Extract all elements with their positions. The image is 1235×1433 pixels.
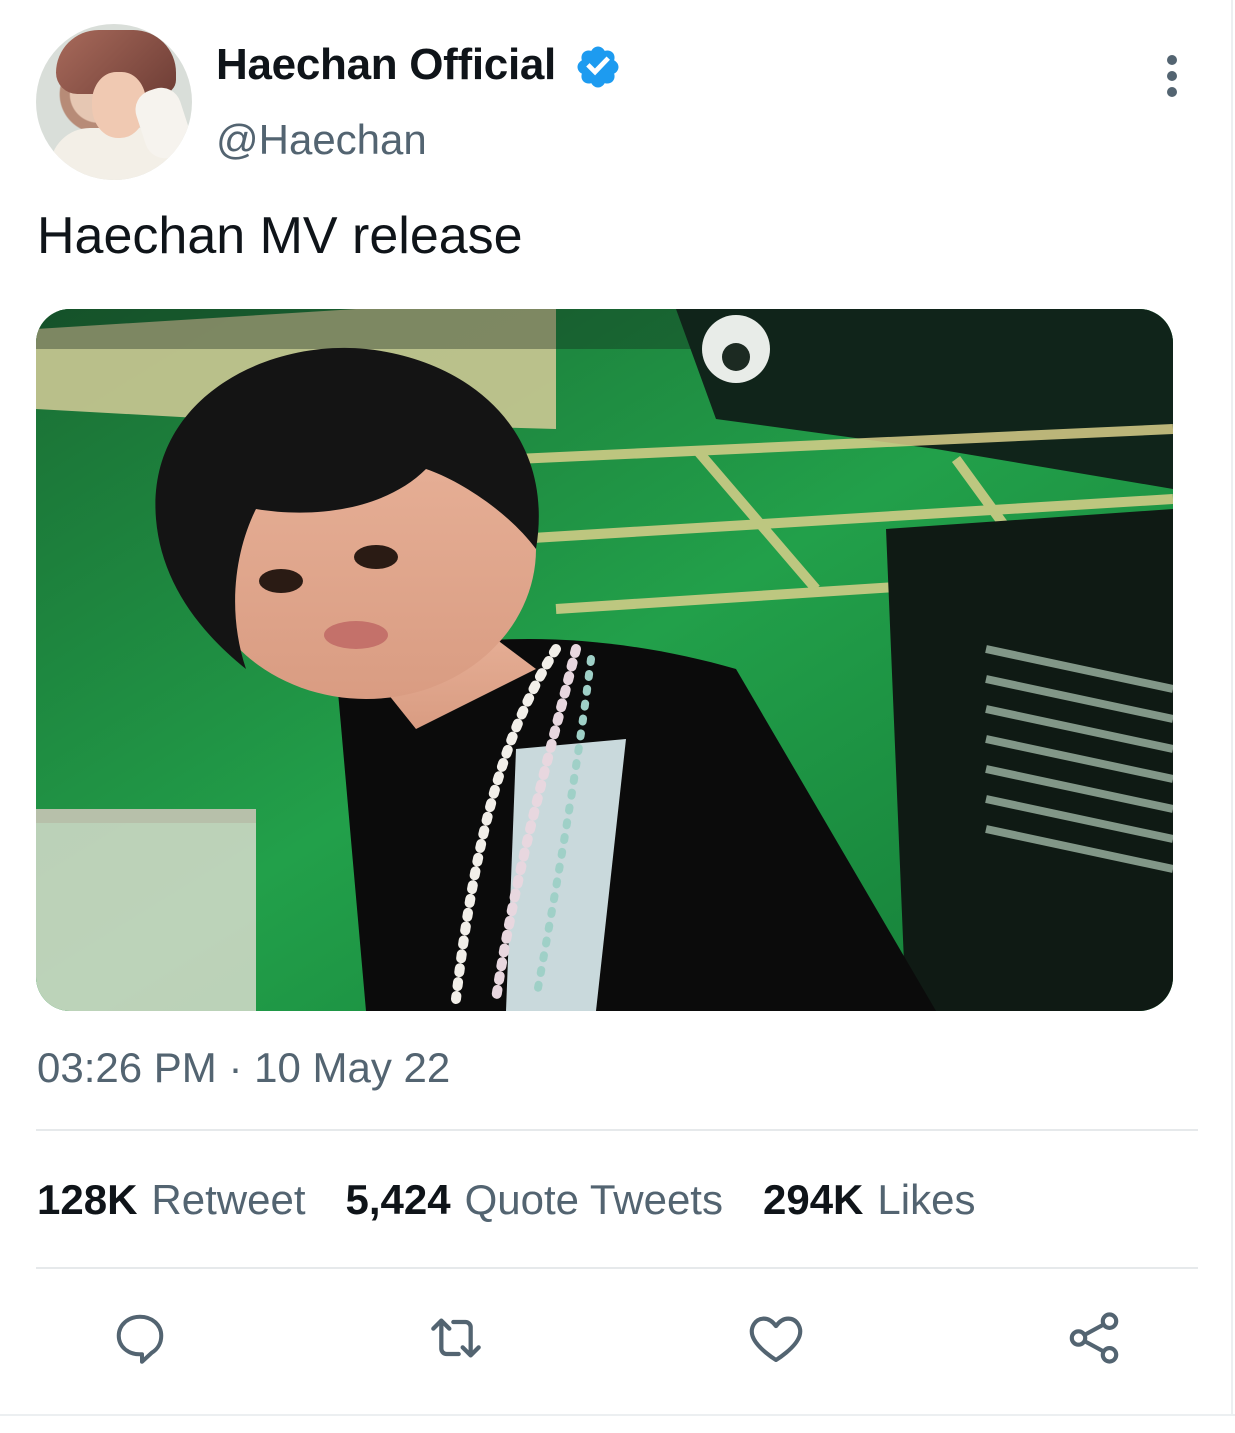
retweet-icon <box>431 1318 481 1358</box>
more-options-icon[interactable] <box>1150 50 1194 102</box>
divider-top <box>36 1129 1198 1131</box>
user-handle[interactable]: @Haechan <box>216 116 427 164</box>
quote-tweets-count: 5,424 <box>345 1176 451 1223</box>
retweet-button[interactable] <box>424 1306 488 1370</box>
tweet-text: Haechan MV release <box>37 207 523 265</box>
bottom-border <box>0 1414 1235 1416</box>
reply-button[interactable] <box>108 1306 172 1370</box>
display-name[interactable]: Haechan Official <box>216 40 556 90</box>
quote-tweets-label: Quote Tweets <box>464 1176 723 1223</box>
share-icon <box>1069 1312 1119 1364</box>
tweet-media-photo[interactable] <box>36 309 1173 1011</box>
avatar[interactable] <box>36 24 192 180</box>
reply-icon <box>116 1314 164 1364</box>
likes-count: 294K <box>762 1176 864 1223</box>
right-border <box>1231 0 1233 1416</box>
tweet-timestamp[interactable]: 03:26 PM · 10 May 22 <box>37 1044 450 1092</box>
retweet-label: Retweet <box>151 1176 306 1223</box>
like-icon <box>749 1316 803 1363</box>
like-button[interactable] <box>744 1306 808 1370</box>
quote-tweets-stat[interactable]: 5,424 Quote Tweets <box>345 1176 723 1224</box>
likes-stat[interactable]: 294K Likes <box>763 1176 975 1224</box>
retweet-stat[interactable]: 128K Retweet <box>37 1176 305 1224</box>
divider-bottom <box>36 1267 1198 1269</box>
likes-label: Likes <box>877 1176 976 1223</box>
verified-badge-icon <box>577 46 619 88</box>
tweet-stats: 128K Retweet 5,424 Quote Tweets 294K Lik… <box>37 1176 975 1224</box>
share-button[interactable] <box>1062 1306 1126 1370</box>
retweet-count: 128K <box>37 1176 138 1223</box>
